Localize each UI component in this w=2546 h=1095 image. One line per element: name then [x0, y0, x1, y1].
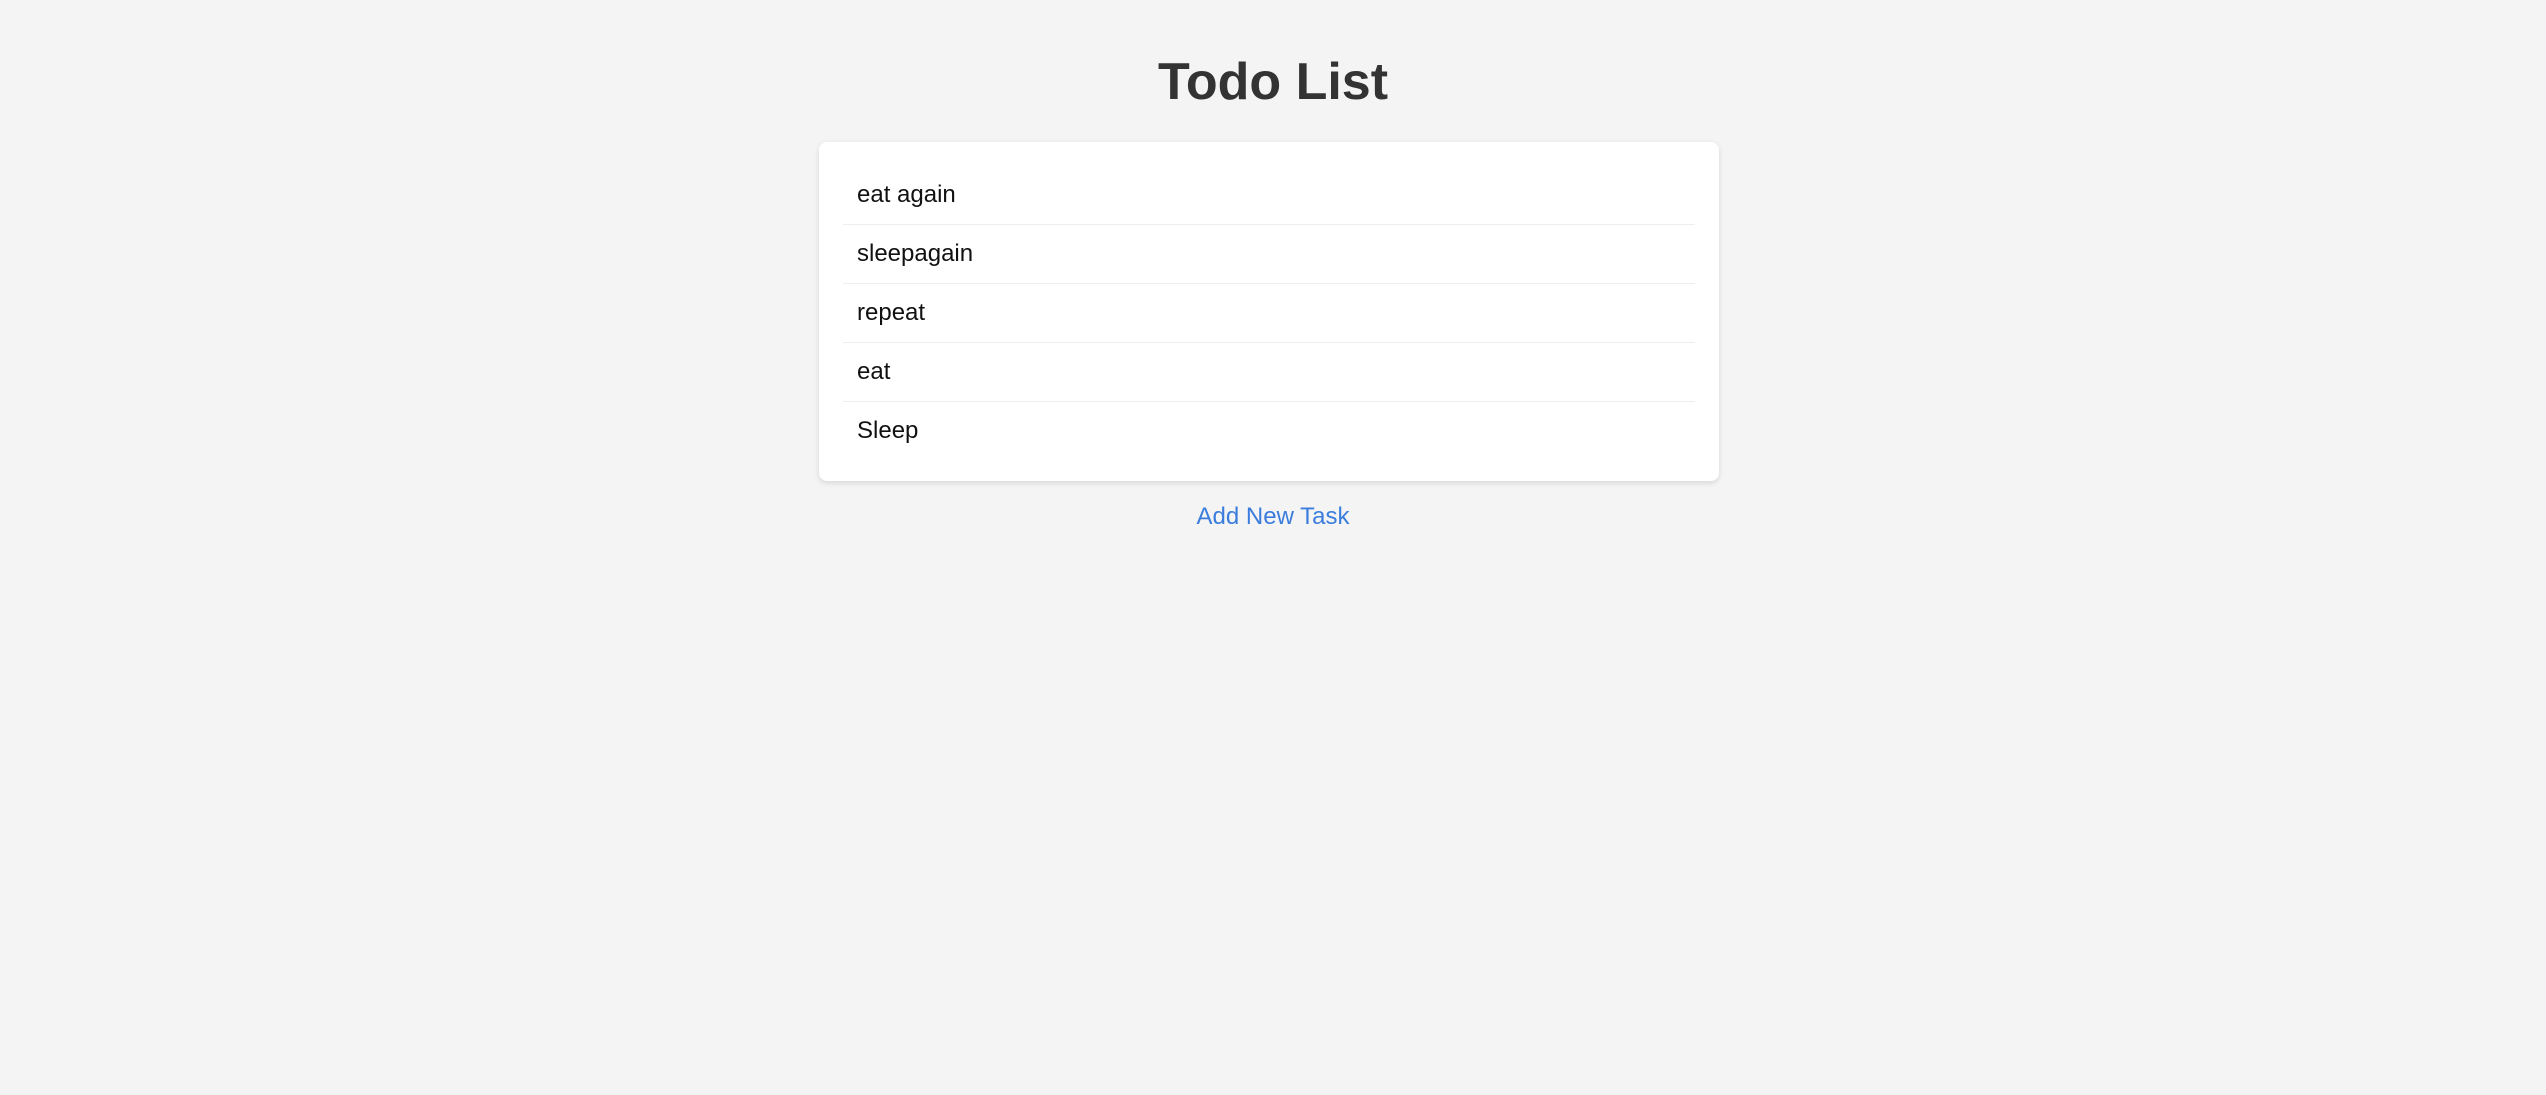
- task-item-sleepagain[interactable]: sleepagain: [843, 225, 1695, 284]
- task-list: eat again sleepagain repeat eat Sleep: [843, 166, 1695, 460]
- task-item-repeat[interactable]: repeat: [843, 284, 1695, 343]
- add-new-task-link[interactable]: Add New Task: [0, 500, 2546, 534]
- task-item-sleep[interactable]: Sleep: [843, 402, 1695, 460]
- page-title: Todo List: [1157, 53, 1389, 111]
- task-item-eat-again[interactable]: eat again: [843, 166, 1695, 225]
- task-list-card: eat again sleepagain repeat eat Sleep: [819, 142, 1719, 481]
- task-item-eat[interactable]: eat: [843, 343, 1695, 402]
- todo-page: Todo List eat again sleepagain repeat ea…: [0, 0, 2546, 1095]
